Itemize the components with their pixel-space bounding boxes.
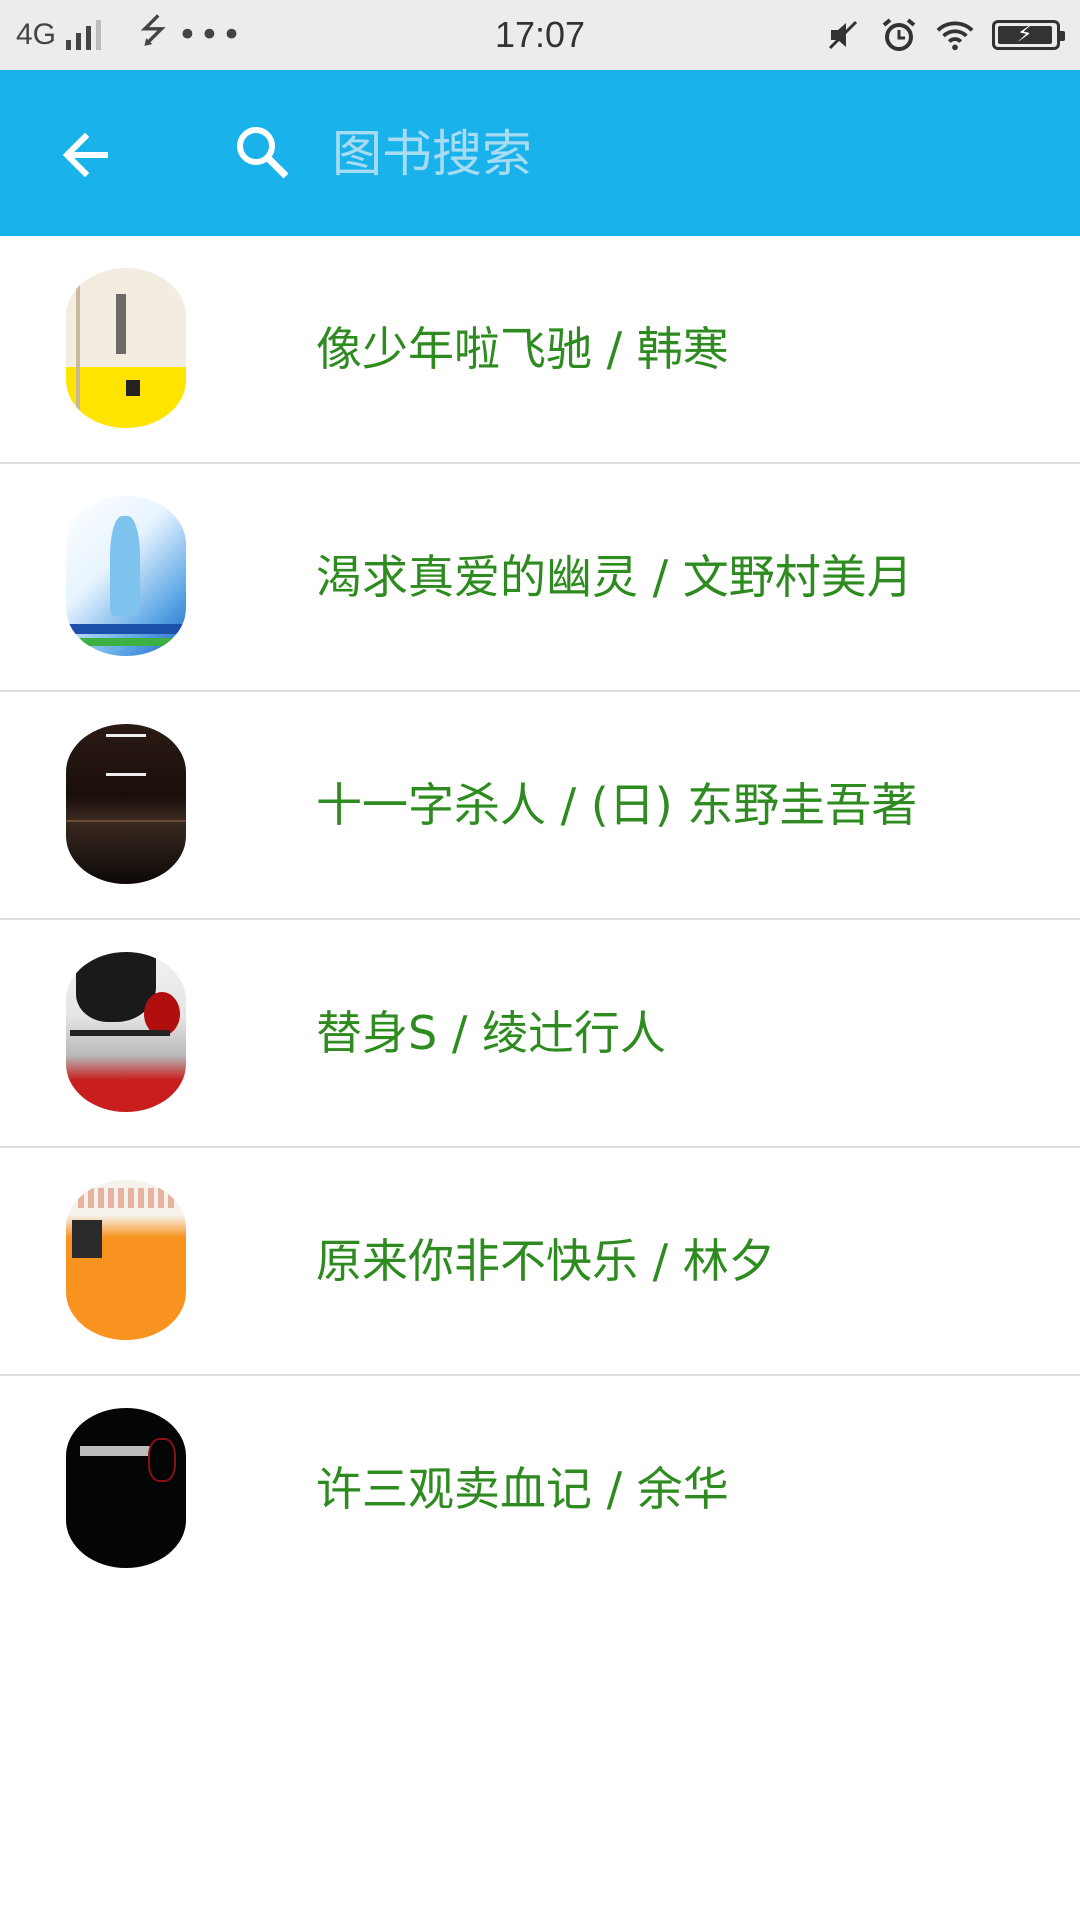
search-icon	[237, 127, 289, 179]
list-item[interactable]: 十一字杀人 / (日) 东野圭吾著	[0, 692, 1080, 920]
book-title: 许三观卖血记 / 余华	[316, 1462, 729, 1516]
app-bar	[0, 70, 1080, 236]
book-list: 像少年啦飞驰 / 韩寒 渴求真爱的幽灵 / 文野村美月 十一字杀人 / (日) …	[0, 236, 1080, 1602]
list-item[interactable]: 许三观卖血记 / 余华	[0, 1376, 1080, 1602]
search-input[interactable]	[330, 105, 1034, 203]
book-title: 十一字杀人 / (日) 东野圭吾著	[316, 778, 918, 832]
book-title: 渴求真爱的幽灵 / 文野村美月	[316, 550, 913, 604]
book-title: 替身S / 绫辻行人	[316, 1006, 666, 1060]
book-title: 原来你非不快乐 / 林夕	[316, 1234, 775, 1288]
back-button[interactable]	[40, 110, 130, 200]
arrow-left-icon	[62, 132, 108, 178]
list-item[interactable]: 像少年啦飞驰 / 韩寒	[0, 236, 1080, 464]
book-cover-image	[66, 1180, 186, 1340]
book-cover-image	[66, 496, 186, 656]
book-cover-image	[66, 952, 186, 1112]
alarm-icon	[880, 16, 918, 54]
status-right: ⚡	[824, 0, 1065, 70]
list-item[interactable]: 原来你非不快乐 / 林夕	[0, 1148, 1080, 1376]
battery-icon: ⚡	[992, 20, 1065, 50]
wifi-icon	[936, 16, 974, 54]
book-cover-image	[66, 724, 186, 884]
status-bar: 4G ⭍ ••• 17:07 ⚡	[0, 0, 1080, 70]
book-cover-image	[66, 1408, 186, 1568]
list-item[interactable]: 替身S / 绫辻行人	[0, 920, 1080, 1148]
mute-icon	[824, 16, 862, 54]
book-cover-image	[66, 268, 186, 428]
list-item[interactable]: 渴求真爱的幽灵 / 文野村美月	[0, 464, 1080, 692]
book-title: 像少年啦飞驰 / 韩寒	[316, 322, 729, 376]
